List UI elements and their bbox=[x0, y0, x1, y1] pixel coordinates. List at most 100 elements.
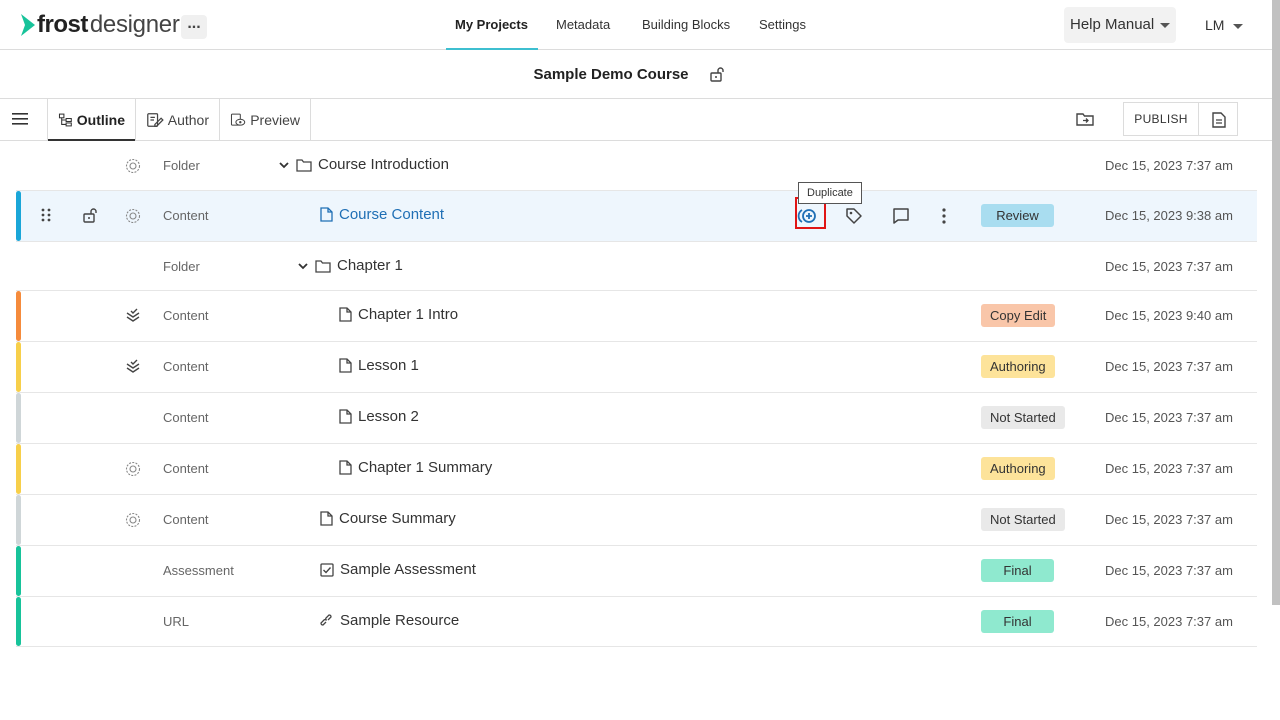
status-stripe bbox=[16, 495, 21, 545]
row-type: Assessment bbox=[163, 563, 234, 578]
tab-preview[interactable]: Preview bbox=[220, 99, 311, 140]
row-type: Content bbox=[163, 461, 209, 476]
file-icon bbox=[339, 460, 352, 475]
table-row[interactable]: Content Chapter 1 Intro Copy Edit Dec 15… bbox=[16, 291, 1257, 342]
table-row[interactable]: Content Chapter 1 Summary Authoring Dec … bbox=[16, 444, 1257, 495]
row-name[interactable]: Chapter 1 bbox=[297, 257, 403, 274]
row-name[interactable]: Chapter 1 Summary bbox=[339, 459, 492, 476]
unlock-icon[interactable] bbox=[709, 66, 725, 82]
edit-document-icon bbox=[147, 112, 164, 127]
app-logo[interactable]: frost designer bbox=[20, 11, 180, 39]
row-name[interactable]: Lesson 1 bbox=[339, 357, 419, 374]
table-row[interactable]: Content Course Summary Not Started Dec 1… bbox=[16, 495, 1257, 546]
table-row[interactable]: Folder Course Introduction Dec 15, 2023 … bbox=[16, 141, 1257, 191]
comment-icon[interactable] bbox=[891, 206, 911, 226]
row-name[interactable]: Course Introduction bbox=[278, 156, 449, 173]
file-icon bbox=[320, 511, 333, 526]
table-row[interactable]: Folder Chapter 1 Dec 15, 2023 7:37 am bbox=[16, 242, 1257, 291]
status-badge[interactable]: Authoring bbox=[981, 355, 1055, 378]
row-name[interactable]: Sample Assessment bbox=[320, 561, 476, 578]
row-name-label: Chapter 1 bbox=[337, 257, 403, 274]
row-name-label: Course Content bbox=[339, 206, 445, 223]
more-menu-button[interactable]: ... bbox=[181, 15, 207, 39]
status-stripe bbox=[16, 393, 21, 443]
layers-check-icon bbox=[126, 308, 140, 322]
row-name-label: Sample Assessment bbox=[340, 561, 476, 578]
nav-building-blocks[interactable]: Building Blocks bbox=[642, 0, 730, 50]
course-title: Sample Demo Course bbox=[533, 66, 689, 83]
report-button[interactable] bbox=[1198, 102, 1238, 136]
nav-metadata[interactable]: Metadata bbox=[556, 0, 610, 50]
status-stripe bbox=[16, 291, 21, 341]
page-scrollbar[interactable] bbox=[1272, 0, 1280, 605]
table-row[interactable]: URL Sample Resource Final Dec 15, 2023 7… bbox=[16, 597, 1257, 647]
drag-handle-icon[interactable] bbox=[40, 208, 52, 222]
status-badge[interactable]: Review bbox=[981, 204, 1054, 227]
brand-name-light: designer bbox=[89, 11, 180, 38]
status-badge[interactable]: Final bbox=[981, 610, 1054, 633]
file-icon bbox=[339, 307, 352, 322]
tab-preview-label: Preview bbox=[250, 111, 300, 128]
tab-outline[interactable]: Outline bbox=[47, 99, 136, 141]
status-stripe bbox=[16, 191, 21, 241]
course-title-bar: Sample Demo Course bbox=[0, 50, 1272, 99]
row-type: Content bbox=[163, 512, 209, 527]
publish-button[interactable]: PUBLISH bbox=[1123, 102, 1199, 136]
chevron-down-icon[interactable] bbox=[278, 159, 290, 171]
tag-icon[interactable] bbox=[844, 206, 864, 226]
status-badge[interactable]: Copy Edit bbox=[981, 304, 1056, 327]
row-name-label: Chapter 1 Summary bbox=[358, 459, 493, 476]
duplicate-tooltip: Duplicate bbox=[798, 182, 862, 204]
row-name-label: Course Introduction bbox=[318, 156, 449, 173]
row-name-label: Lesson 1 bbox=[358, 357, 419, 374]
table-row[interactable]: Content Course Content Review Dec 15, 20… bbox=[16, 191, 1257, 242]
table-row[interactable]: Content Lesson 1 Authoring Dec 15, 2023 … bbox=[16, 342, 1257, 393]
duplicate-icon[interactable] bbox=[797, 206, 817, 226]
row-type: Content bbox=[163, 410, 209, 425]
nav-my-projects[interactable]: My Projects bbox=[446, 0, 538, 50]
row-date: Dec 15, 2023 7:37 am bbox=[1105, 410, 1233, 425]
preview-eye-icon bbox=[230, 113, 246, 126]
hamburger-menu-icon[interactable] bbox=[12, 112, 28, 126]
tab-author-label: Author bbox=[167, 111, 209, 128]
row-name[interactable]: Course Summary bbox=[320, 510, 456, 527]
table-row[interactable]: Assessment Sample Assessment Final Dec 1… bbox=[16, 546, 1257, 597]
user-menu[interactable]: LM bbox=[1205, 17, 1244, 33]
unlock-icon[interactable] bbox=[82, 207, 98, 223]
row-date: Dec 15, 2023 9:38 am bbox=[1105, 208, 1233, 223]
row-type: Content bbox=[163, 208, 209, 223]
row-date: Dec 15, 2023 7:37 am bbox=[1105, 359, 1233, 374]
logo-chevron-icon bbox=[21, 14, 35, 36]
help-manual-label: Help Manual bbox=[1070, 16, 1155, 33]
chevron-down-icon bbox=[1233, 23, 1244, 29]
row-date: Dec 15, 2023 7:37 am bbox=[1105, 563, 1233, 578]
brand-name-bold: frost bbox=[37, 11, 88, 38]
more-vertical-icon[interactable] bbox=[934, 206, 954, 226]
status-badge[interactable]: Not Started bbox=[981, 406, 1065, 429]
row-date: Dec 15, 2023 7:37 am bbox=[1105, 512, 1233, 527]
row-date: Dec 15, 2023 7:37 am bbox=[1105, 461, 1233, 476]
status-badge[interactable]: Final bbox=[981, 559, 1054, 582]
help-manual-dropdown[interactable]: Help Manual bbox=[1064, 7, 1176, 43]
tab-author[interactable]: Author bbox=[136, 99, 220, 140]
status-badge[interactable]: Not Started bbox=[981, 508, 1065, 531]
row-date: Dec 15, 2023 7:37 am bbox=[1105, 158, 1233, 173]
row-name[interactable]: Chapter 1 Intro bbox=[339, 306, 458, 323]
row-date: Dec 15, 2023 7:37 am bbox=[1105, 259, 1233, 274]
folder-move-icon[interactable] bbox=[1076, 111, 1094, 127]
row-type: Content bbox=[163, 359, 209, 374]
table-row[interactable]: Content Lesson 2 Not Started Dec 15, 202… bbox=[16, 393, 1257, 444]
nav-settings[interactable]: Settings bbox=[759, 0, 806, 50]
row-name[interactable]: Lesson 2 bbox=[339, 408, 419, 425]
gear-badge-icon bbox=[125, 461, 141, 477]
row-name-label: Course Summary bbox=[339, 510, 456, 527]
status-stripe bbox=[16, 444, 21, 494]
chevron-down-icon[interactable] bbox=[297, 260, 309, 272]
row-name[interactable]: Sample Resource bbox=[320, 612, 459, 629]
status-stripe bbox=[16, 342, 21, 392]
row-name[interactable]: Course Content bbox=[320, 206, 444, 223]
status-badge[interactable]: Authoring bbox=[981, 457, 1055, 480]
row-name-label: Lesson 2 bbox=[358, 408, 419, 425]
status-stripe bbox=[16, 546, 21, 596]
tab-outline-label: Outline bbox=[76, 111, 125, 128]
